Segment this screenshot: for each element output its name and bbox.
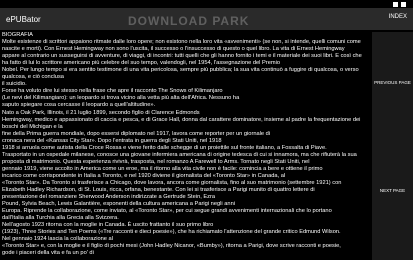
text-line: cronaca nera del «Kansas City Star». Dop… [2,137,222,144]
action-bar: ePUBator DOWNLOAD PARK INDEX [0,8,413,30]
book-text: BIOGRAFIA Molte esistenze di scrittori a… [2,32,364,258]
text-lines: Molte esistenze di scrittori appaiono ri… [2,39,364,257]
text-line: ha fatto di lui lo scrittore americano p… [2,60,281,67]
next-page-button[interactable]: NEXT PAGE [372,188,413,194]
previous-page-button[interactable]: PREVIOUS PAGE [372,80,413,86]
text-line: (1923), Three Stories and Ten Poems («Tr… [2,229,341,236]
text-line: Nell'agosto 1923 ritorna con la moglie i… [2,222,214,229]
text-line: appare al contrario un susseguirsi di av… [2,53,362,60]
status-bar [0,0,413,8]
text-line: (Le nevi del Kilimangiaro): un leopardo … [2,95,240,102]
text-line: gennaio 1919, viene accolto in America c… [2,165,323,172]
text-line: 1918 si arruola come autista della Croce… [2,144,327,151]
text-line: fine della Prima guerra mondiale, dopo e… [2,130,271,137]
text-line: Nato a Oak Park, Illinois, il 21 luglio … [2,109,200,116]
watermark: DOWNLOAD PARK [128,14,250,28]
text-line: Pound, Sylvia Beach, Lewis Galantière, e… [2,201,236,208]
text-line: «Toronto Star». Da Toronto si trasferisc… [2,179,342,186]
text-line: Nobel. Per lungo tempo si era sentito te… [2,67,359,81]
text-line: Europa. Riprende la collaborazione, come… [2,208,332,215]
battery-icon [401,1,406,7]
text-line: Hemingway, medico e appassionato di cacc… [2,116,361,130]
app-title: ePUBator [6,14,41,24]
text-line: incarico come corrispondente in Italia a… [2,172,286,179]
text-line: gode i piaceri della vita e fa un po' di [2,250,94,257]
wifi-icon [393,1,398,7]
text-line: Molte esistenze di scrittori appaiono ri… [2,39,361,46]
text-line: nascite e morti). Con Ernest Hemingway n… [2,46,345,53]
text-line: Elizabeth Hadley Richardson, di St. Loui… [2,187,315,194]
status-icons [393,0,409,8]
text-line: Trasportato in un ospedale milanese, con… [2,151,357,158]
navigation-panel: PREVIOUS PAGE NEXT PAGE [372,32,413,260]
text-line: saputo spiegare cosa cercasse il leopard… [2,102,156,109]
text-line: il suicidio. [2,81,27,88]
text-line: «Toronto Star» e, con la moglie e il fig… [2,243,341,250]
text-line: proposta di matrimonio. Questa esperienz… [2,158,310,165]
section-heading: BIOGRAFIA [2,32,33,38]
text-line: Nel gennaio 1924 lascia la collaborazion… [2,236,113,243]
text-line: Forse ha voluto dire lui stesso nella fr… [2,88,223,95]
index-button[interactable]: INDEX [389,14,407,20]
text-line: presentazione del romanziere Sherwood An… [2,194,216,201]
